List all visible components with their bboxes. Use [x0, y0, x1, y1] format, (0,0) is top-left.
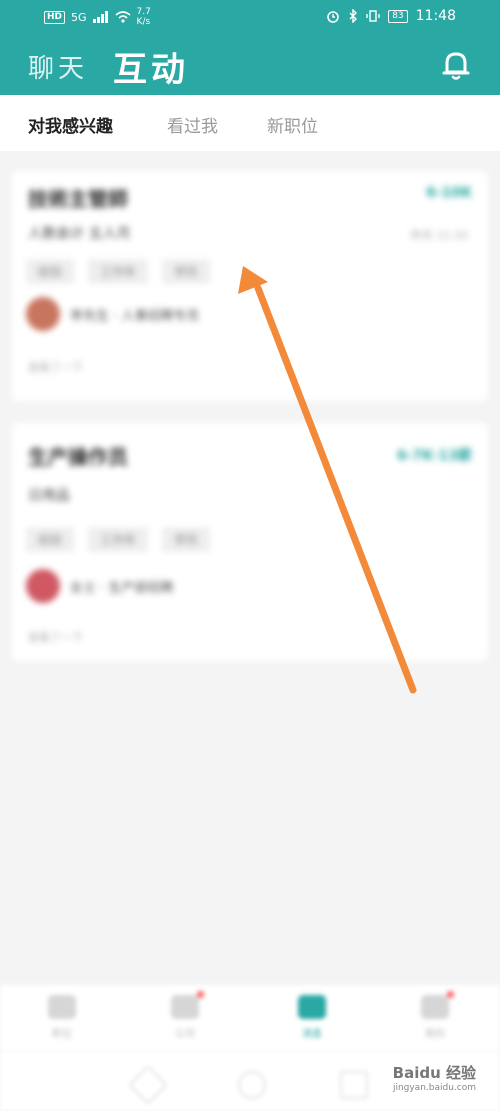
- job-title: 生产操作员: [28, 445, 128, 469]
- nav-jobs[interactable]: 职位: [32, 995, 92, 1040]
- briefcase-icon: [48, 995, 76, 1019]
- hd-indicator: HD: [44, 10, 66, 24]
- avatar: [26, 569, 60, 603]
- job-tag: 经验: [26, 259, 75, 284]
- recruiter-row: 李先生 · 人事招聘专员: [26, 297, 199, 331]
- nav-label: 公司: [175, 1029, 195, 1040]
- job-title: 技術主管師: [28, 187, 128, 211]
- speed-value: 7.7: [136, 7, 151, 17]
- nav-label: 我的: [425, 1029, 445, 1040]
- job-time: 昨天 11:33: [410, 229, 468, 242]
- badge-dot: [197, 991, 204, 998]
- nav-label: 消息: [302, 1029, 322, 1040]
- sub-tab-bar: 对我感兴趣 看过我 新职位: [0, 95, 500, 151]
- clock: 11:48: [415, 8, 456, 24]
- vibrate-icon: [366, 10, 380, 22]
- back-icon[interactable]: [128, 1065, 168, 1105]
- nav-messages[interactable]: 消息: [282, 995, 342, 1040]
- job-tag: 工作年: [88, 259, 149, 284]
- job-salary: 6-10K: [426, 185, 472, 201]
- card-footer: 查看了一下: [28, 361, 83, 374]
- job-tag: 经验: [26, 527, 75, 552]
- subtab-interested[interactable]: 对我感兴趣: [28, 112, 113, 137]
- tab-chat[interactable]: 聊天: [28, 48, 88, 85]
- home-icon[interactable]: [238, 1071, 266, 1099]
- job-tags: 经验 工作年 学历: [26, 259, 211, 284]
- alarm-icon: [327, 11, 339, 23]
- network-label: 5G: [71, 10, 87, 24]
- building-icon: [171, 991, 204, 1019]
- recruiter-row: 女士 · 生产部招聘: [26, 569, 173, 603]
- bottom-nav: 职位 公司 消息 我的: [0, 985, 500, 1051]
- job-meta: 日用品: [28, 488, 70, 504]
- nav-label: 职位: [52, 1029, 72, 1040]
- recruiter-name: 李先生 · 人事招聘专员: [70, 308, 200, 324]
- job-card[interactable]: 技術主管師 6-10K 人数会计 五人月 昨天 11:33 经验 工作年 学历 …: [12, 171, 488, 401]
- bell-icon[interactable]: [440, 48, 472, 82]
- baidu-watermark: Baidu 经验 jingyan.baidu.com: [393, 1062, 476, 1093]
- speed-unit: K/s: [136, 17, 151, 27]
- avatar: [26, 297, 60, 331]
- job-meta: 人数会计 五人月: [28, 226, 131, 242]
- job-tags: 经验 工作年 学历: [26, 527, 211, 552]
- nav-profile[interactable]: 我的: [405, 991, 465, 1040]
- subtab-new-jobs[interactable]: 新职位: [267, 112, 318, 137]
- watermark-brand: Baidu 经验: [392, 1064, 476, 1082]
- net-speed: 7.7 K/s: [137, 7, 151, 27]
- message-icon: [298, 995, 326, 1019]
- job-card[interactable]: 生产操作员 6-7K·13薪 日用品 经验 工作年 学历 女士 · 生产部招聘 …: [12, 423, 488, 661]
- status-bar: HD 5G 7.7 K/s 83 11:48: [0, 0, 500, 34]
- job-tag: 工作年: [88, 527, 149, 552]
- profile-icon: [421, 991, 454, 1019]
- recruiter-name: 女士 · 生产部招聘: [70, 580, 174, 596]
- watermark-url: jingyan.baidu.com: [392, 1083, 476, 1093]
- job-tag: 学历: [162, 259, 211, 284]
- nav-company[interactable]: 公司: [155, 991, 215, 1040]
- battery-indicator: 83: [388, 9, 408, 23]
- tab-interact[interactable]: 互动: [113, 42, 189, 91]
- signal-icon: [92, 11, 108, 23]
- badge-dot: [447, 991, 454, 998]
- recents-icon[interactable]: [340, 1071, 368, 1099]
- wifi-icon: [115, 11, 131, 23]
- card-footer: 查看了一下: [28, 631, 83, 644]
- bluetooth-icon: [349, 9, 358, 23]
- top-header: 聊天 互动: [0, 34, 500, 95]
- job-salary: 6-7K·13薪: [397, 448, 472, 464]
- job-tag: 学历: [162, 527, 211, 552]
- subtab-viewed-me[interactable]: 看过我: [167, 112, 218, 137]
